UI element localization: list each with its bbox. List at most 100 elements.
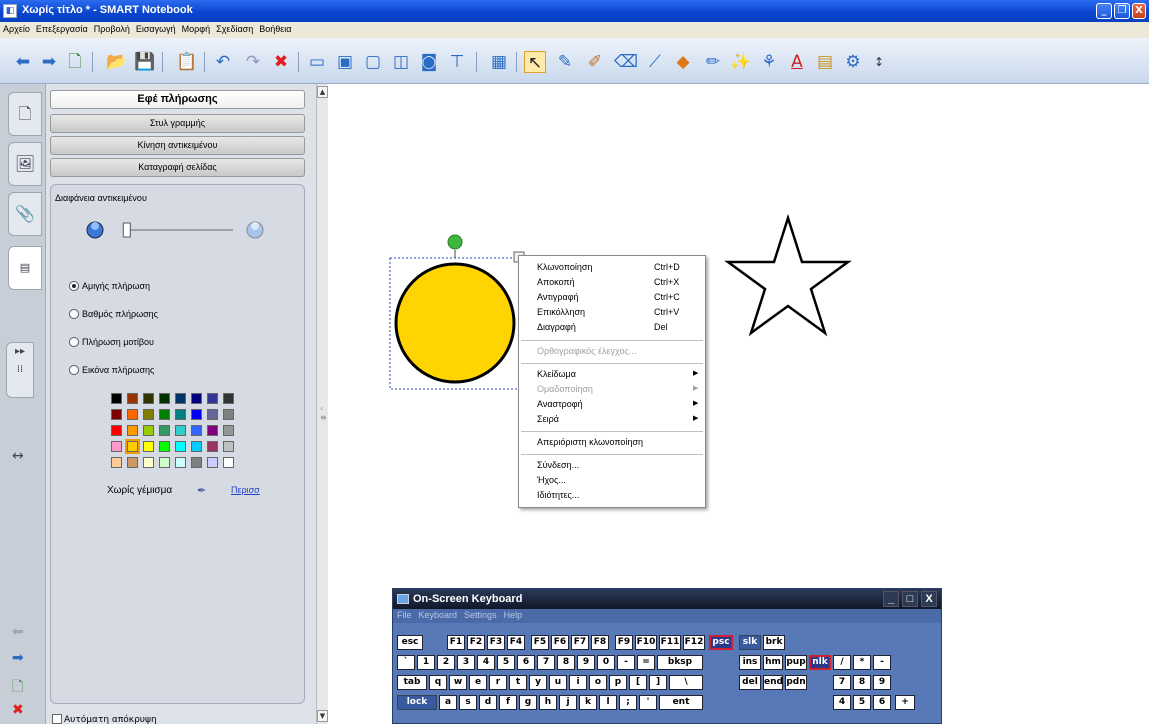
radio-pattern-fill[interactable]: Πλήρωση μοτίβου [69, 337, 229, 351]
magic-wand-icon[interactable]: ✨ [730, 51, 752, 73]
full-screen-icon[interactable]: ▣ [334, 51, 356, 73]
color-swatch[interactable] [111, 393, 122, 404]
key-[interactable]: [ [629, 675, 647, 690]
key-ent[interactable]: ent [659, 695, 703, 710]
color-swatch[interactable] [143, 441, 154, 452]
fill-icon[interactable]: ⚘ [758, 51, 780, 73]
menu-item-infinite-clone[interactable]: Απεριόριστη κλωνοποίηση [519, 437, 705, 449]
splitter-grip-icon[interactable]: ‹ ≡ [320, 404, 328, 422]
menu-item-copy[interactable]: Αντιγραφή Ctrl+C [519, 292, 705, 304]
color-swatch[interactable] [191, 409, 202, 420]
key-hm[interactable]: hm [763, 655, 783, 670]
color-swatch[interactable] [127, 393, 138, 404]
key-w[interactable]: w [449, 675, 467, 690]
line-style-header[interactable]: Στυλ γραμμής [50, 114, 305, 133]
keyboard-close-button[interactable]: X [921, 591, 937, 607]
color-swatch[interactable] [127, 409, 138, 420]
key-[interactable]: ; [619, 695, 637, 710]
key-a[interactable]: a [439, 695, 457, 710]
keyboard-menu-help[interactable]: Help [500, 609, 526, 620]
close-button[interactable]: X [1132, 3, 1146, 19]
key-f[interactable]: f [499, 695, 517, 710]
color-swatch[interactable] [191, 393, 202, 404]
color-swatch[interactable] [223, 393, 234, 404]
more-tools-icon[interactable]: ⚙ [842, 51, 864, 73]
eyedropper-icon[interactable]: ✒ [197, 484, 206, 497]
color-swatch[interactable] [143, 457, 154, 468]
key-k[interactable]: k [579, 695, 597, 710]
table-icon[interactable]: ▦ [488, 51, 510, 73]
key-F1[interactable]: F1 [447, 635, 465, 650]
color-swatch[interactable] [191, 425, 202, 436]
undo-icon[interactable]: ↶ [212, 51, 234, 73]
delete-icon[interactable]: ✖ [270, 51, 292, 73]
shapes-icon[interactable]: ◆ [672, 51, 694, 73]
key-2[interactable]: 2 [437, 655, 455, 670]
color-swatch[interactable] [111, 409, 122, 420]
key-8[interactable]: 8 [853, 675, 871, 690]
key-g[interactable]: g [519, 695, 537, 710]
rotation-handle[interactable] [447, 234, 463, 250]
key-h[interactable]: h [539, 695, 557, 710]
autohide-checkbox[interactable]: Αυτόματη απόκρυψη [52, 714, 157, 724]
scroll-down-arrow[interactable]: ▼ [317, 710, 328, 722]
key-F6[interactable]: F6 [551, 635, 569, 650]
panel-splitter[interactable]: ▲ ‹ ≡ ▼ [316, 84, 328, 724]
key-l[interactable]: l [599, 695, 617, 710]
key-p[interactable]: p [609, 675, 627, 690]
expand-panel-icon[interactable]: ▸▸ ⁞⁞ [6, 342, 34, 398]
key-6[interactable]: 6 [517, 655, 535, 670]
key-1[interactable]: 1 [417, 655, 435, 670]
key-j[interactable]: j [559, 695, 577, 710]
color-swatch[interactable] [191, 457, 202, 468]
color-swatch[interactable] [207, 393, 218, 404]
radio-gradient-fill[interactable]: Βαθμός πλήρωσης [69, 309, 229, 323]
creative-pen-icon[interactable]: ✐ [584, 51, 606, 73]
key-F7[interactable]: F7 [571, 635, 589, 650]
previous-page-icon[interactable]: ⬅ [12, 624, 24, 640]
menu-item-link[interactable]: Σύνδεση... [519, 460, 705, 472]
gallery-tab-icon[interactable]: 🖼 [8, 142, 42, 186]
key-pup[interactable]: pup [785, 655, 807, 670]
color-swatch[interactable] [207, 441, 218, 452]
text-icon[interactable]: A [786, 51, 808, 73]
key-u[interactable]: u [549, 675, 567, 690]
scroll-up-arrow[interactable]: ▲ [317, 86, 328, 98]
key-[interactable]: ` [397, 655, 415, 670]
key-F11[interactable]: F11 [659, 635, 681, 650]
color-swatch[interactable] [175, 457, 186, 468]
color-swatch[interactable] [125, 439, 140, 454]
key-F8[interactable]: F8 [591, 635, 609, 650]
menu-insert[interactable]: Εισαγωγή [133, 22, 179, 34]
magic-pen-icon[interactable]: ✏ [702, 51, 724, 73]
key-[interactable]: + [895, 695, 915, 710]
key-ins[interactable]: ins [739, 655, 761, 670]
color-swatch[interactable] [143, 393, 154, 404]
key-F10[interactable]: F10 [635, 635, 657, 650]
color-swatch[interactable] [111, 425, 122, 436]
key-[interactable]: = [637, 655, 655, 670]
key-5[interactable]: 5 [853, 695, 871, 710]
key-F4[interactable]: F4 [507, 635, 525, 650]
key-end[interactable]: end [763, 675, 783, 690]
key-[interactable]: * [853, 655, 871, 670]
screen-shade-icon[interactable]: ▭ [306, 51, 328, 73]
menu-item-delete[interactable]: Διαγραφή Del [519, 322, 705, 334]
menu-item-order[interactable]: Σειρά ▶ [519, 414, 705, 426]
properties-tab-icon[interactable]: ▤ [8, 246, 42, 290]
menu-item-lock[interactable]: Κλείδωμα ▶ [519, 369, 705, 381]
transparent-background-icon[interactable]: ▢ [362, 51, 384, 73]
key-[interactable]: ] [649, 675, 667, 690]
page-recording-header[interactable]: Καταγραφή σελίδας [50, 158, 305, 177]
color-swatch[interactable] [223, 409, 234, 420]
key-[interactable]: ' [639, 695, 657, 710]
color-swatch[interactable] [111, 441, 122, 452]
menu-help[interactable]: Βοήθεια [256, 22, 294, 34]
color-swatch[interactable] [159, 393, 170, 404]
keyboard-menu-keyboard[interactable]: Keyboard [415, 609, 461, 620]
key-F2[interactable]: F2 [467, 635, 485, 650]
key-F12[interactable]: F12 [683, 635, 705, 650]
key-pdn[interactable]: pdn [785, 675, 807, 690]
color-swatch[interactable] [143, 425, 154, 436]
color-swatch[interactable] [159, 457, 170, 468]
